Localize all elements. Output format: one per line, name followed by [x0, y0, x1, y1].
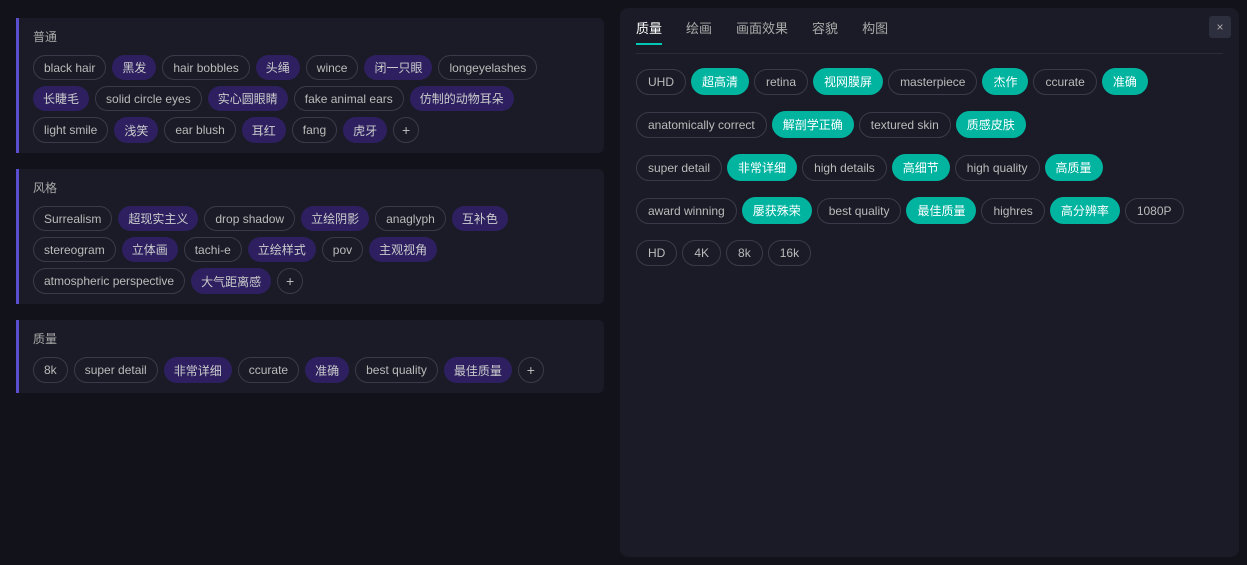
tab-质量[interactable]: 质量 — [636, 18, 662, 45]
rtag-en-2-0[interactable]: super detail — [636, 155, 722, 181]
tab-画面效果[interactable]: 画面效果 — [736, 18, 788, 45]
rtag-en-3-1[interactable]: best quality — [817, 198, 902, 224]
rtag-en-4-1[interactable]: 4K — [682, 240, 721, 266]
rtag-cn-2-1[interactable]: 高细节 — [892, 154, 950, 181]
tag-cn-common-7[interactable]: 耳红 — [242, 117, 286, 143]
tag-cn-common-4[interactable]: 实心圆眼睛 — [208, 86, 288, 111]
section-title-style: 风格 — [33, 179, 590, 196]
rtag-en-4-0[interactable]: HD — [636, 240, 677, 266]
tag-en-style-1[interactable]: drop shadow — [204, 206, 295, 231]
rtag-en-0-2[interactable]: masterpiece — [888, 69, 977, 95]
tag-en-common-2[interactable]: wince — [306, 55, 359, 80]
tag-en-style-4[interactable]: tachi-e — [184, 237, 242, 262]
right-tag-row-3: award winning屡获殊荣best quality最佳质量highres… — [636, 197, 1184, 224]
right-tags-container: UHD超高清retina视网膜屏masterpiece杰作ccurate准确 an… — [636, 68, 1223, 274]
tag-en-common-4[interactable]: solid circle eyes — [95, 86, 202, 111]
rtag-en-3-3[interactable]: 1080P — [1125, 198, 1184, 224]
tag-en-common-8[interactable]: fang — [292, 117, 337, 143]
tab-容貌[interactable]: 容貌 — [812, 18, 838, 45]
tag-cn-quality-1[interactable]: 非常详细 — [164, 357, 232, 383]
tag-en-style-2[interactable]: anaglyph — [375, 206, 446, 231]
tag-en-common-1[interactable]: hair bobbles — [162, 55, 249, 80]
rtag-en-4-2[interactable]: 8k — [726, 240, 763, 266]
tag-cn-common-6[interactable]: 浅笑 — [114, 117, 158, 143]
rtag-en-1-0[interactable]: anatomically correct — [636, 112, 767, 138]
section-title-common: 普通 — [33, 28, 590, 45]
tab-绘画[interactable]: 绘画 — [686, 18, 712, 45]
tag-en-quality-1[interactable]: super detail — [74, 357, 158, 383]
rtag-cn-0-3[interactable]: 准确 — [1102, 68, 1148, 95]
tag-cn-style-4[interactable]: 立绘样式 — [248, 237, 316, 262]
tag-en-common-7[interactable]: ear blush — [164, 117, 235, 143]
rtag-en-0-1[interactable]: retina — [754, 69, 808, 95]
right-panel: × 质量绘画画面效果容貌构图 UHD超高清retina视网膜屏masterpie… — [620, 8, 1239, 557]
tag-cn-quality-3[interactable]: 最佳质量 — [444, 357, 512, 383]
rtag-en-0-3[interactable]: ccurate — [1033, 69, 1096, 95]
tag-en-quality-3[interactable]: best quality — [355, 357, 438, 383]
rtag-en-3-2[interactable]: highres — [981, 198, 1044, 224]
tag-en-quality-2[interactable]: ccurate — [238, 357, 299, 383]
right-tag-row-1: anatomically correct解剖学正确textured skin质感… — [636, 111, 1026, 138]
rtag-en-4-3[interactable]: 16k — [768, 240, 811, 266]
tags-container-quality: 8ksuper detail非常详细ccurate准确best quality最… — [33, 357, 590, 383]
rtag-cn-3-2[interactable]: 高分辨率 — [1050, 197, 1120, 224]
tag-en-quality-0[interactable]: 8k — [33, 357, 68, 383]
tag-en-common-3[interactable]: longeyelashes — [438, 55, 537, 80]
rtag-en-0-0[interactable]: UHD — [636, 69, 686, 95]
tag-cn-quality-2[interactable]: 准确 — [305, 357, 349, 383]
tag-cn-style-3[interactable]: 立体画 — [122, 237, 178, 262]
add-tag-button-style[interactable]: + — [277, 268, 303, 294]
tag-cn-common-0[interactable]: 黑发 — [112, 55, 156, 80]
right-tag-row-2: super detail非常详细high details高细节high qual… — [636, 154, 1103, 181]
rtag-cn-1-0[interactable]: 解剖学正确 — [772, 111, 854, 138]
tag-en-common-6[interactable]: light smile — [33, 117, 108, 143]
tag-cn-common-8[interactable]: 虎牙 — [343, 117, 387, 143]
tag-en-common-5[interactable]: fake animal ears — [294, 86, 404, 111]
rtag-cn-3-0[interactable]: 屡获殊荣 — [742, 197, 812, 224]
right-tag-row-0: UHD超高清retina视网膜屏masterpiece杰作ccurate准确 — [636, 68, 1148, 95]
tag-cn-style-2[interactable]: 互补色 — [452, 206, 508, 231]
rtag-en-2-2[interactable]: high quality — [955, 155, 1040, 181]
rtag-en-2-1[interactable]: high details — [802, 155, 887, 181]
rtag-cn-2-2[interactable]: 高质量 — [1045, 154, 1103, 181]
tag-cn-common-5[interactable]: 仿制的动物耳朵 — [410, 86, 514, 111]
rtag-cn-0-2[interactable]: 杰作 — [982, 68, 1028, 95]
tag-en-style-5[interactable]: pov — [322, 237, 363, 262]
tab-构图[interactable]: 构图 — [862, 18, 888, 45]
section-style: 风格 Surrealism超现实主义drop shadow立绘阴影anaglyph… — [16, 169, 604, 304]
tag-en-style-3[interactable]: stereogram — [33, 237, 116, 262]
rtag-en-3-0[interactable]: award winning — [636, 198, 737, 224]
tag-cn-style-5[interactable]: 主观视角 — [369, 237, 437, 262]
rtag-cn-0-0[interactable]: 超高清 — [691, 68, 749, 95]
tag-cn-common-3[interactable]: 长睫毛 — [33, 86, 89, 111]
tags-container-style: Surrealism超现实主义drop shadow立绘阴影anaglyph互补… — [33, 206, 590, 294]
add-tag-button-quality[interactable]: + — [518, 357, 544, 383]
right-tag-row-4: HD4K8k16k — [636, 240, 811, 266]
tag-cn-common-2[interactable]: 闭一只眼 — [364, 55, 432, 80]
tag-en-style-0[interactable]: Surrealism — [33, 206, 112, 231]
section-title-quality: 质量 — [33, 330, 590, 347]
close-button[interactable]: × — [1209, 16, 1231, 38]
left-panel: 普通 black hair黑发hair bobbles 头绳wince闭一只眼lon… — [0, 0, 620, 565]
tag-en-style-6[interactable]: atmospheric perspective — [33, 268, 185, 294]
tag-cn-style-0[interactable]: 超现实主义 — [118, 206, 198, 231]
rtag-cn-2-0[interactable]: 非常详细 — [727, 154, 797, 181]
rtag-en-1-1[interactable]: textured skin — [859, 112, 951, 138]
rtag-cn-3-1[interactable]: 最佳质量 — [906, 197, 976, 224]
rtag-cn-1-1[interactable]: 质感皮肤 — [956, 111, 1026, 138]
add-tag-button-common[interactable]: + — [393, 117, 419, 143]
tags-container-common: black hair黑发hair bobbles 头绳wince闭一只眼longe… — [33, 55, 590, 143]
section-common: 普通 black hair黑发hair bobbles 头绳wince闭一只眼lon… — [16, 18, 604, 153]
rtag-cn-0-1[interactable]: 视网膜屏 — [813, 68, 883, 95]
tag-cn-style-6[interactable]: 大气距离感 — [191, 268, 271, 294]
tag-en-common-0[interactable]: black hair — [33, 55, 106, 80]
tag-cn-common-1[interactable]: 头绳 — [256, 55, 300, 80]
tabs: 质量绘画画面效果容貌构图 — [636, 18, 1223, 54]
tag-cn-style-1[interactable]: 立绘阴影 — [301, 206, 369, 231]
section-quality: 质量 8ksuper detail非常详细ccurate准确best qualit… — [16, 320, 604, 393]
